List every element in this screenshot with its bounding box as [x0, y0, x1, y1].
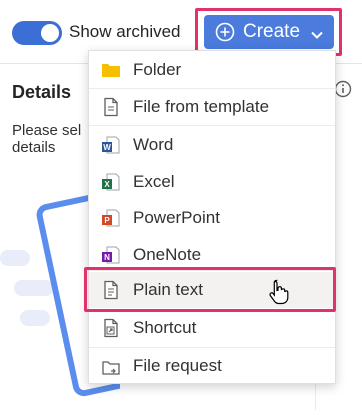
shortcut-icon	[101, 318, 121, 338]
menu-item-folder[interactable]: Folder	[89, 52, 335, 88]
create-dropdown-menu: Folder File from template W Word X Excel…	[88, 50, 336, 384]
hand-pointer-cursor-icon	[268, 279, 290, 305]
svg-text:W: W	[103, 143, 111, 152]
folder-icon	[101, 60, 121, 80]
plus-circle-icon	[215, 22, 235, 42]
menu-divider	[89, 125, 335, 126]
menu-item-excel[interactable]: X Excel	[89, 164, 335, 200]
menu-item-file-request[interactable]: File request	[89, 348, 335, 384]
powerpoint-icon: P	[101, 208, 121, 228]
excel-icon: X	[101, 172, 121, 192]
svg-text:N: N	[104, 253, 110, 262]
word-icon: W	[101, 135, 121, 155]
details-text-line: Please sel	[12, 122, 82, 139]
menu-item-word[interactable]: W Word	[89, 127, 335, 163]
menu-item-label: Word	[133, 135, 174, 154]
menu-item-label: File from template	[133, 97, 270, 116]
menu-item-file-from-template[interactable]: File from template	[89, 89, 335, 125]
details-title: Details	[12, 82, 72, 102]
show-archived-toggle[interactable]	[12, 21, 62, 45]
menu-item-label: OneNote	[133, 245, 202, 264]
chevron-down-icon	[310, 27, 324, 39]
svg-text:X: X	[104, 180, 110, 189]
svg-text:P: P	[104, 216, 110, 225]
menu-item-label: PowerPoint	[133, 208, 220, 227]
menu-item-shortcut[interactable]: Shortcut	[89, 310, 335, 346]
onenote-icon: N	[101, 245, 121, 265]
file-request-icon	[101, 356, 121, 376]
menu-item-label: Shortcut	[133, 318, 197, 337]
menu-item-label: File request	[133, 356, 222, 375]
show-archived-label: Show archived	[69, 22, 181, 41]
details-text-line: details	[12, 139, 56, 156]
menu-item-label: Folder	[133, 60, 182, 79]
create-button-label: Create	[243, 21, 301, 42]
create-button[interactable]: Create	[204, 15, 334, 49]
details-description: Please sel details	[12, 122, 86, 156]
plain-text-highlight	[84, 267, 336, 312]
file-template-icon	[101, 97, 121, 117]
menu-item-label: Excel	[133, 172, 175, 191]
menu-item-powerpoint[interactable]: P PowerPoint	[89, 200, 335, 236]
toggle-knob	[41, 24, 59, 42]
info-icon[interactable]	[334, 80, 352, 98]
